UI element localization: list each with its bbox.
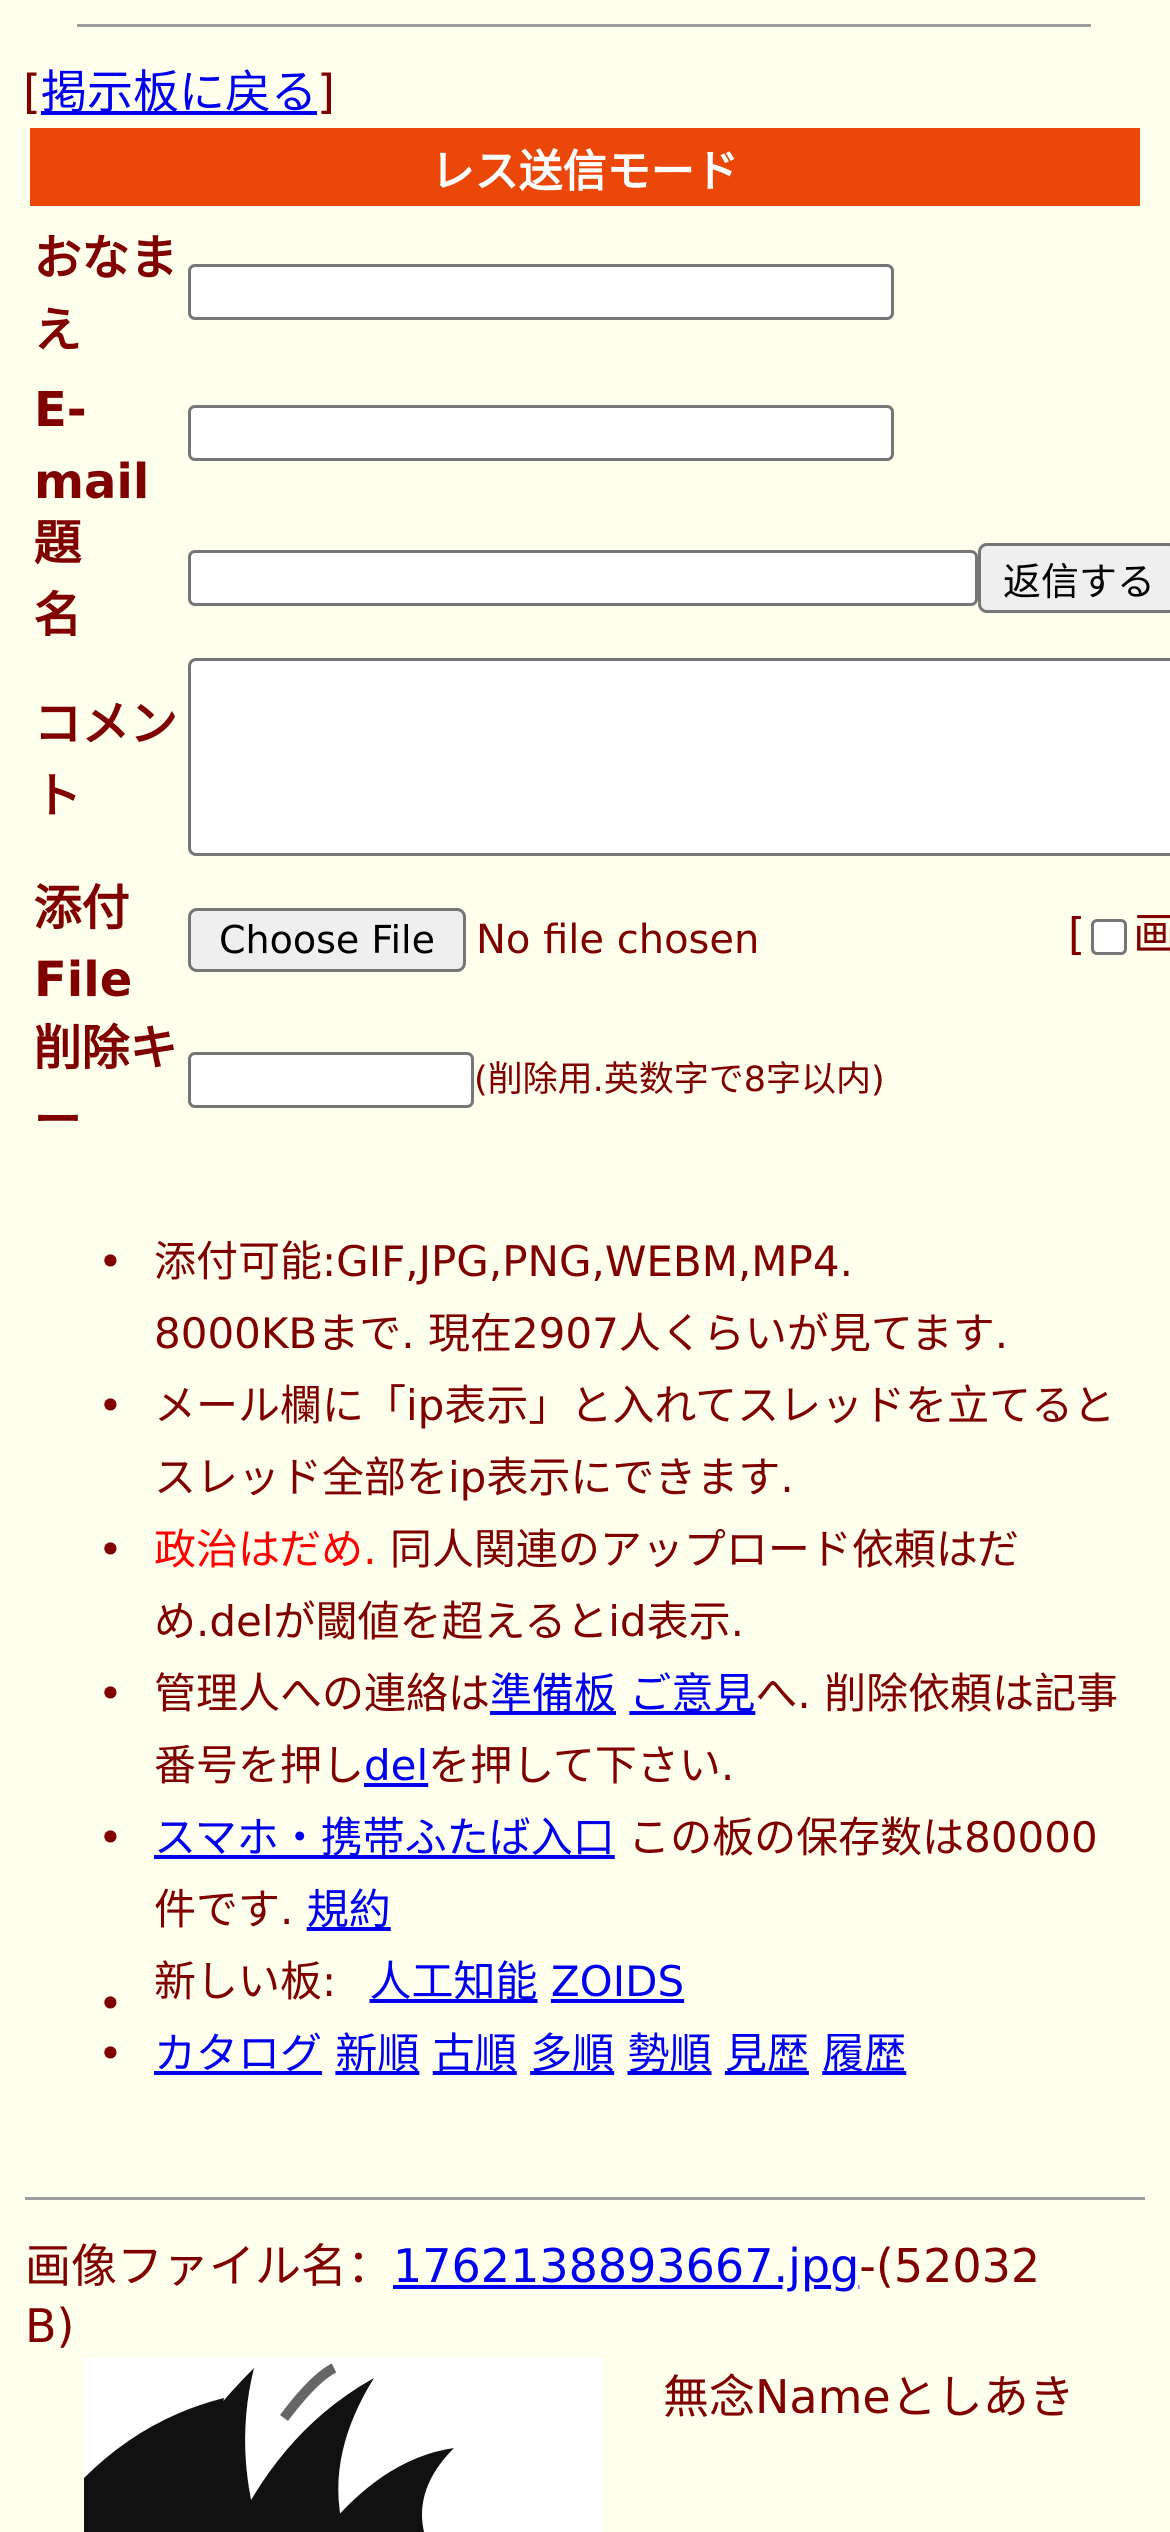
nav-viewed-history-link[interactable]: 見歴 (725, 2029, 809, 2078)
image-file-size-unit: B) (25, 2299, 75, 2353)
nav-newest-link[interactable]: 新順 (335, 2029, 419, 2078)
comment-label-line1: コメン (34, 696, 179, 752)
delete-key-label: 削除キ ー (34, 1012, 178, 1156)
rule-attach-line2: 8000KBまで. 現在2907人くらいが見てます. (154, 1309, 1009, 1358)
board-rules-list: 添付可能:GIF,JPG,PNG,WEBM,MP4. 8000KBまで. 現在2… (96, 1226, 1136, 2090)
rule-contact-text-pre: 管理人への連絡は (154, 1669, 491, 1718)
comment-label-line2: ト (34, 768, 83, 824)
name-input[interactable] (188, 264, 894, 320)
image-option-checkbox[interactable] (1091, 919, 1128, 955)
reply-submit-button[interactable]: 返信する (978, 543, 1170, 613)
rule-storage: スマホ・携帯ふたば入口 この板の保存数は80000件です. 規約 (96, 1802, 1136, 1946)
image-file-link[interactable]: 1762138893667.jpg (393, 2239, 859, 2293)
back-bracket-open: [ (23, 65, 41, 119)
delete-key-label-line2: ー (34, 1092, 83, 1148)
new-boards: 新しい板: 人工知能 ZOIDS (96, 1946, 1136, 2054)
comment-label: コメン ト (34, 688, 178, 832)
delete-key-label-line1: 削除キ (34, 1020, 179, 1076)
nav-links: カタログ 新順 古順 多順 勢順 見歴 履歴 (96, 2018, 1136, 2090)
rule-attach: 添付可能:GIF,JPG,PNG,WEBM,MP4. 8000KBまで. 現在2… (96, 1226, 1136, 1370)
image-file-size: -(52032 (859, 2239, 1041, 2293)
subject-input[interactable] (188, 550, 978, 606)
poster-name: 無念Nameとしあき (663, 2370, 1075, 2424)
delete-key-hint: (削除用.英数字で8字以内) (474, 1060, 885, 1100)
image-option-bracket: [ (1068, 909, 1086, 960)
comment-textarea[interactable] (188, 658, 1170, 856)
rule-ip-display-text: メール欄に「ip表示」と入れてスレッドを立てるとスレッド全部をip表示にできます… (154, 1381, 1116, 1502)
email-input[interactable] (188, 405, 894, 461)
name-label-line2: え (34, 302, 83, 358)
image-option: [画 (1068, 905, 1170, 965)
top-divider (77, 24, 1091, 27)
rule-ip-display: メール欄に「ip表示」と入れてスレッドを立てるとスレッド全部をip表示にできます… (96, 1370, 1136, 1514)
post-divider (25, 2197, 1145, 2200)
email-label: E- mail (34, 374, 149, 518)
rule-politics-warning: 政治はだめ. (154, 1525, 377, 1574)
choose-file-button[interactable]: Choose File (188, 908, 466, 972)
name-label-line1: おなま (34, 230, 179, 286)
rule-contact-text-post: を押して下さい. (428, 1741, 735, 1790)
nav-most-replies-link[interactable]: 多順 (530, 2029, 614, 2078)
spiky-hair-illustration (84, 2363, 454, 2532)
image-option-label: 画 (1133, 909, 1170, 960)
nav-history-link[interactable]: 履歴 (822, 2029, 906, 2078)
image-file-info: 画像ファイル名：1762138893667.jpg-(52032 B) (25, 2236, 1145, 2356)
terms-link[interactable]: 規約 (307, 1885, 391, 1934)
new-board-zoids-link[interactable]: ZOIDS (551, 1957, 684, 2006)
image-file-label: 画像ファイル名： (25, 2239, 393, 2293)
subject-label-line2: 名 (34, 587, 83, 643)
file-label-line1: 添付 (34, 880, 131, 936)
back-bracket-close: ] (316, 65, 335, 119)
prep-board-link[interactable]: 準備板 (490, 1669, 616, 1718)
del-link[interactable]: del (364, 1741, 428, 1790)
rule-contact: 管理人への連絡は準備板 ご意見へ. 削除依頼は記事番号を押しdelを押して下さい… (96, 1658, 1136, 1802)
file-label-line2: File (34, 952, 133, 1008)
nav-trending-link[interactable]: 勢順 (628, 2029, 712, 2078)
mobile-entrance-link[interactable]: スマホ・携帯ふたば入口 (154, 1813, 615, 1862)
back-to-board-link[interactable]: 掲示板に戻る (41, 65, 317, 119)
subject-label-line1: 題 (34, 515, 83, 571)
reply-mode-banner: レス送信モード (30, 128, 1140, 206)
nav-oldest-link[interactable]: 古順 (433, 2029, 517, 2078)
new-board-ai-link[interactable]: 人工知能 (370, 1957, 538, 2006)
delete-key-input[interactable] (188, 1052, 474, 1108)
name-label: おなま え (34, 222, 178, 366)
subject-label: 題 名 (34, 507, 82, 651)
rule-attach-line1: 添付可能:GIF,JPG,PNG,WEBM,MP4. (154, 1237, 853, 1286)
post-image-thumbnail[interactable] (84, 2358, 602, 2532)
email-label-line1: E- (34, 382, 87, 438)
new-boards-label: 新しい板: (154, 1957, 350, 2006)
nav-catalog-link[interactable]: カタログ (154, 2029, 322, 2078)
rule-politics: 政治はだめ. 同人関連のアップロード依頼はだめ.delが閾値を超えるとid表示. (96, 1514, 1136, 1658)
back-nav: [掲示板に戻る] (23, 62, 335, 122)
file-label: 添付 File (34, 872, 132, 1016)
feedback-link[interactable]: ご意見 (629, 1669, 755, 1718)
no-file-status: No file chosen (476, 917, 760, 963)
